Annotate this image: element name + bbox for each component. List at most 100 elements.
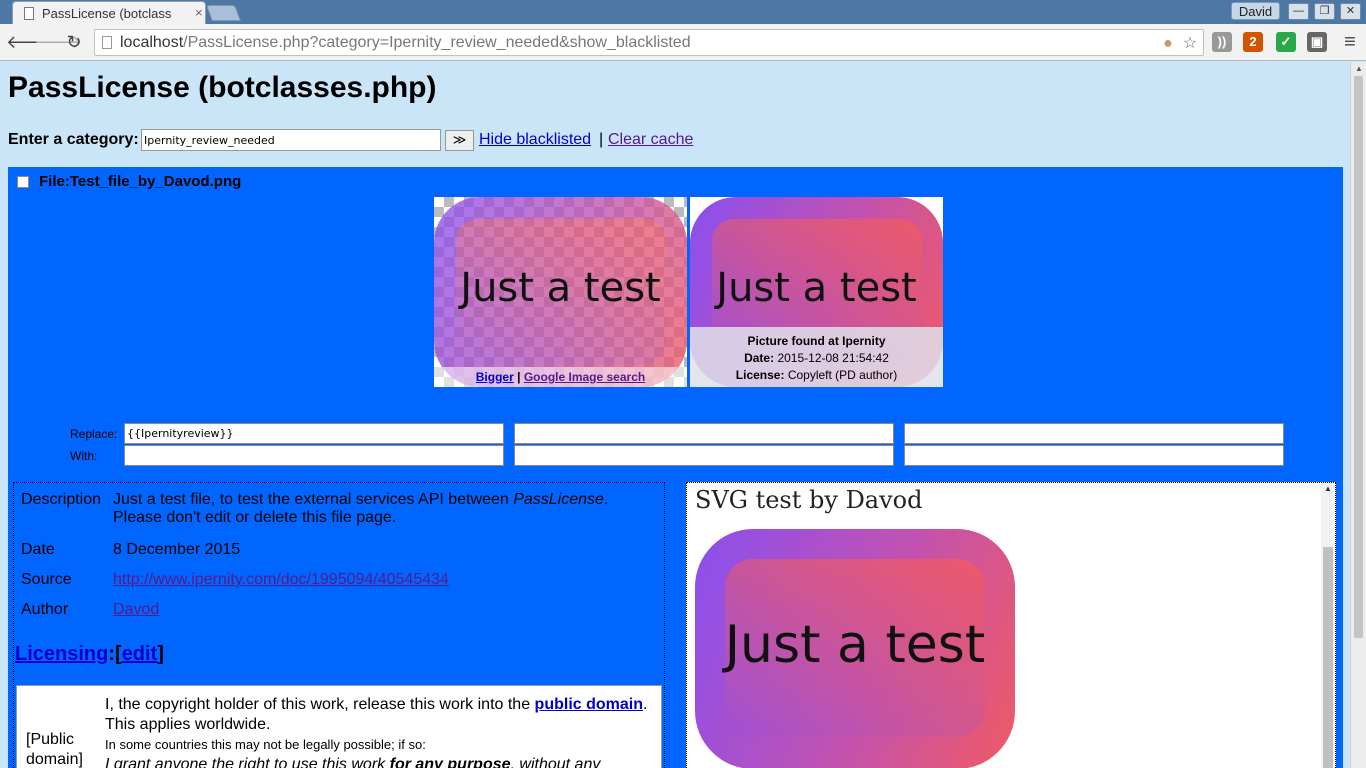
menu-icon[interactable]: ≡	[1339, 31, 1361, 53]
license-small-text: In some countries this may not be legall…	[105, 737, 426, 752]
license-text-c: This applies worldwide.	[105, 716, 271, 733]
file-select-checkbox[interactable]	[17, 176, 29, 188]
browser-toolbar: 🡐 🡒 ↻ localhost/PassLicense.php?category…	[0, 24, 1366, 61]
google-image-search-link[interactable]: Google Image search	[524, 370, 645, 384]
license-italic-bold: for any purpose	[389, 756, 511, 768]
close-window-button[interactable]: ✕	[1340, 3, 1361, 20]
pd-label-line1: [Public	[26, 731, 75, 748]
author-key: Author	[21, 601, 69, 618]
with-input-3[interactable]	[904, 445, 1284, 466]
new-tab-button[interactable]	[206, 5, 241, 21]
preview-scroll-up-icon[interactable]: ▲	[1324, 484, 1332, 493]
description-emphasis: PassLicense	[513, 491, 604, 508]
with-input-1[interactable]	[124, 445, 504, 466]
hide-blacklisted-link[interactable]: Hide blacklisted	[479, 131, 591, 149]
preview-frame[interactable]: SVG test by Davod Just a test ▲	[686, 482, 1336, 768]
license-text-a: I, the copyright holder of this work, re…	[105, 696, 535, 713]
license-template: [Public domain] I, the copyright holder o…	[16, 685, 662, 768]
category-label: Enter a category:	[8, 131, 139, 148]
author-link[interactable]: Davod	[113, 601, 159, 619]
tab-close-icon[interactable]: ×	[195, 5, 203, 20]
license-text: I, the copyright holder of this work, re…	[105, 695, 655, 768]
license-italic: I grant anyone the right to use this wor…	[105, 756, 600, 768]
extension-feed-icon[interactable]: 2	[1243, 32, 1263, 52]
source-license: Copyleft (PD author)	[787, 368, 898, 382]
page-title: PassLicense (botclasses.php)	[8, 71, 437, 104]
licensing-link[interactable]: Licensing	[15, 643, 108, 665]
preview-image-text: Just a test	[724, 615, 986, 675]
file-thumbnail[interactable]: Just a test Bigger | Google Image search	[434, 197, 687, 387]
thumb-link-separator: |	[517, 370, 521, 384]
reload-icon[interactable]: ↻	[63, 31, 85, 53]
back-icon[interactable]: 🡐	[6, 31, 54, 53]
source-date: 2015-12-08 21:54:42	[777, 351, 889, 365]
replace-input-3[interactable]	[904, 423, 1284, 444]
edit-link[interactable]: edit	[122, 643, 158, 665]
bigger-link[interactable]: Bigger	[476, 370, 514, 384]
clipboard-extension-icon[interactable]: ▣	[1307, 32, 1327, 52]
thumbnail-links: Bigger | Google Image search	[434, 367, 687, 387]
bookmark-star-icon[interactable]: ☆	[1181, 35, 1199, 53]
pd-label-line2: domain]	[26, 751, 83, 768]
url-path: /PassLicense.php?category=Ipernity_revie…	[183, 34, 691, 51]
with-input-2[interactable]	[514, 445, 894, 466]
with-label: With:	[70, 449, 98, 463]
file-name: File:Test_file_by_Davod.png	[39, 173, 242, 190]
scroll-up-icon[interactable]: ▲	[1355, 64, 1363, 73]
tab-strip: PassLicense (botclass × David — ❐ ✕	[0, 0, 1366, 24]
link-separator: |	[599, 131, 604, 148]
url-text: localhost/PassLicense.php?category=Ipern…	[120, 34, 691, 52]
source-info: Picture found at Ipernity Date: 2015-12-…	[690, 327, 943, 387]
public-domain-link[interactable]: public domain	[535, 696, 643, 713]
rss-icon[interactable]: ))	[1212, 32, 1232, 52]
source-image-text: Just a test	[716, 265, 917, 311]
preview-scroll-thumb[interactable]	[1323, 547, 1333, 768]
page-info-icon[interactable]	[102, 36, 112, 49]
date-key: Date	[21, 541, 55, 558]
page-scroll-thumb[interactable]	[1354, 76, 1363, 638]
source-found: Picture found at Ipernity	[747, 334, 886, 348]
profile-button[interactable]: David	[1231, 2, 1280, 20]
category-input[interactable]	[141, 129, 441, 151]
minimize-button[interactable]: —	[1288, 3, 1309, 20]
cookie-blocked-icon[interactable]: ●	[1159, 35, 1177, 53]
license-italic-c: , without any	[510, 756, 601, 768]
description-key: Description	[21, 491, 102, 508]
licensing-bracket-open: :[	[108, 643, 122, 665]
thumbnail-text: Just a test	[460, 265, 661, 311]
page-content: PassLicense (botclasses.php) Enter a cat…	[0, 62, 1350, 768]
license-text-b: .	[643, 696, 648, 713]
preview-title: SVG test by Davod	[695, 486, 923, 514]
replace-input-1[interactable]	[124, 423, 504, 444]
licensing-heading: Licensing:[edit]	[15, 643, 164, 666]
source-link[interactable]: http://www.ipernity.com/doc/1995094/4054…	[113, 571, 449, 589]
file-panel: File:Test_file_by_Davod.png Just a test …	[8, 167, 1343, 768]
description-period: .	[603, 491, 609, 508]
public-domain-label: [Public domain]	[26, 730, 83, 768]
restore-button[interactable]: ❐	[1314, 3, 1335, 20]
description-value: Just a test file, to test the external s…	[113, 491, 608, 527]
checkmark-extension-icon[interactable]: ✓	[1276, 32, 1296, 52]
license-italic-a: I grant anyone the right to use this wor…	[105, 756, 390, 768]
tab-passlicense[interactable]: PassLicense (botclass ×	[12, 1, 206, 24]
preview-scrollbar[interactable]: ▲	[1321, 483, 1335, 768]
tab-title: PassLicense (botclass	[42, 6, 172, 21]
address-bar[interactable]: localhost/PassLicense.php?category=Ipern…	[94, 29, 1204, 56]
source-key: Source	[21, 571, 72, 588]
go-button[interactable]: ≫	[445, 130, 474, 151]
source-date-label: Date:	[744, 351, 775, 365]
source-date-row: Date: 2015-12-08 21:54:42	[690, 350, 943, 367]
source-thumbnail: Just a test Picture found at Ipernity Da…	[690, 197, 943, 387]
replace-input-2[interactable]	[514, 423, 894, 444]
date-value: 8 December 2015	[113, 541, 241, 558]
url-host: localhost	[120, 34, 184, 51]
forward-icon[interactable]: 🡒	[34, 31, 82, 53]
clear-cache-link[interactable]: Clear cache	[608, 131, 693, 149]
licensing-bracket-close: ]	[157, 643, 164, 665]
page-icon	[24, 7, 34, 20]
page-scrollbar[interactable]: ▲	[1350, 62, 1366, 768]
source-license-row: License: Copyleft (PD author)	[690, 367, 943, 384]
extension-badge: 2	[1249, 34, 1257, 49]
description-text-2: Please don't edit or delete this file pa…	[113, 509, 397, 526]
replace-label: Replace:	[70, 427, 118, 441]
